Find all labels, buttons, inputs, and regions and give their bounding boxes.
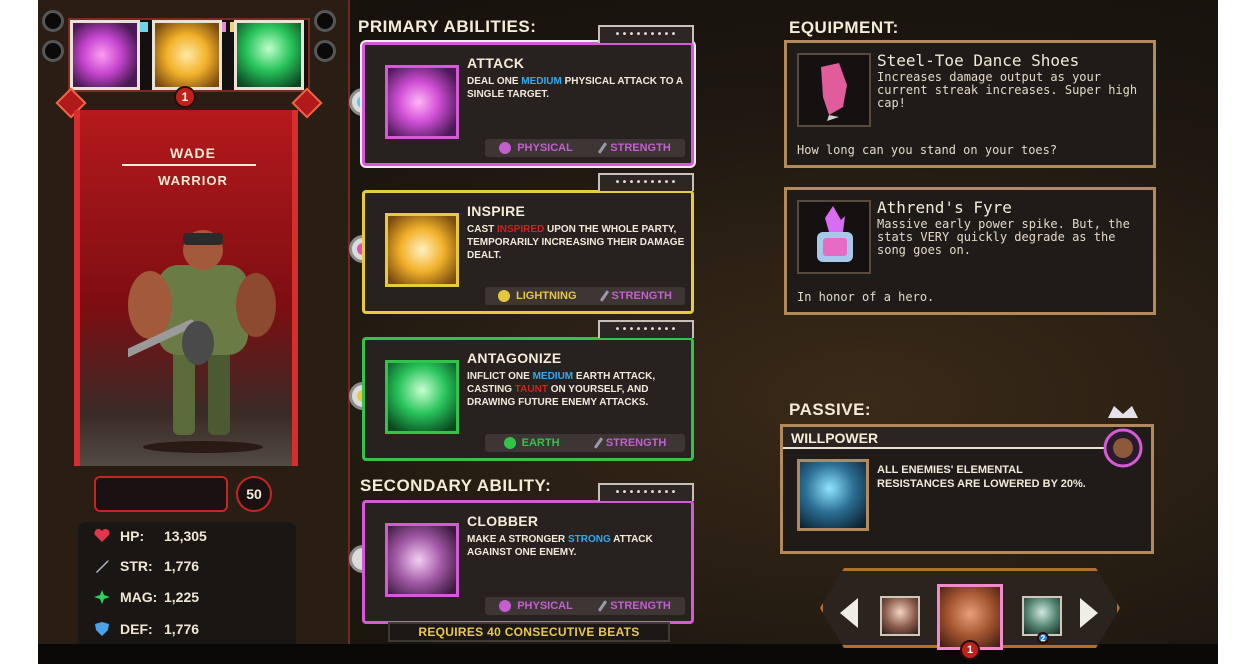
lightning-fist-icon xyxy=(498,290,510,302)
next-arrow-icon[interactable] xyxy=(1078,596,1100,630)
ability-name: CLOBBER xyxy=(467,513,539,529)
stat-str: STR: 1,776 xyxy=(94,558,199,574)
stat-tag: STRENGTH xyxy=(599,290,672,302)
ability-name: INSPIRE xyxy=(467,203,526,219)
selected-count-badge: 1 xyxy=(174,86,196,108)
stat-label: MAG: xyxy=(120,589,158,605)
equipment-description: Increases damage output as your current … xyxy=(877,70,1138,110)
active-member-badge: 1 xyxy=(960,640,980,660)
ability-footer: PHYSICAL STRENGTH xyxy=(485,139,685,157)
sword-icon xyxy=(94,559,112,573)
equipment-title: EQUIPMENT: xyxy=(789,18,899,37)
character-name: WADE xyxy=(170,145,216,161)
taunt-face-icon xyxy=(385,360,459,434)
stat-tag: STRENGTH xyxy=(598,142,671,154)
stat-value: 1,225 xyxy=(164,589,200,605)
ability-card-inspire[interactable]: ••••••••• INSPIRE CAST INSPIRED UPON THE… xyxy=(362,173,694,314)
ability-name: ATTACK xyxy=(467,55,525,71)
stat-label: HP: xyxy=(120,528,145,544)
secondary-ability-title: SECONDARY ABILITY: xyxy=(360,476,552,495)
ability-name: ANTAGONIZE xyxy=(467,350,562,366)
passive-panel: WILLPOWER ALL ENEMIES' ELEMENTAL RESISTA… xyxy=(780,424,1154,554)
equipment-description: Massive early power spike. But, the stat… xyxy=(877,217,1130,257)
stat-value: 1,776 xyxy=(164,558,200,574)
passive-title: PASSIVE: xyxy=(789,400,872,419)
right-member-badge: 2 xyxy=(1037,632,1049,644)
fist-icon xyxy=(499,142,512,154)
ability-description: CAST INSPIRED UPON THE WHOLE PARTY, TEMP… xyxy=(467,224,685,261)
attack-portrait[interactable] xyxy=(70,20,140,90)
equipment-flavor: How long can you stand on your toes? xyxy=(797,143,1058,157)
warrior-figure xyxy=(128,230,276,453)
element-tag: EARTH xyxy=(503,437,560,449)
primary-abilities-title: PRIMARY ABILITIES: xyxy=(358,17,537,36)
stat-mag: MAG: 1,225 xyxy=(94,589,199,605)
ability-description: INFLICT ONE MEDIUM EARTH ATTACK, CASTING… xyxy=(467,371,656,408)
ability-card-attack[interactable]: ••••••••• ATTACK DEAL ONE MEDIUM PHYSICA… xyxy=(362,25,694,166)
ability-footer: LIGHTNING STRENGTH xyxy=(485,287,685,305)
equipment-name: Steel-Toe Dance Shoes xyxy=(877,51,1080,70)
earth-icon xyxy=(503,437,516,449)
stat-hp: HP: 13,305 xyxy=(94,528,207,544)
energy-bar xyxy=(94,476,228,512)
speaker-icon xyxy=(314,10,336,32)
fist-icon xyxy=(499,600,512,612)
ability-description: DEAL ONE MEDIUM PHYSICAL ATTACK TO A SIN… xyxy=(467,76,683,100)
ability-card-antagonize[interactable]: ••••••••• ANTAGONIZE INFLICT ONE MEDIUM … xyxy=(362,320,694,461)
ability-rank-tab: ••••••••• xyxy=(598,173,694,191)
ability-rank-tab: ••••••••• xyxy=(598,483,694,501)
equipment-name: Athrend's Fyre xyxy=(877,198,1012,217)
willpower-icon xyxy=(797,459,869,531)
element-tag: LIGHTNING xyxy=(498,290,577,302)
stat-tag: STRENGTH xyxy=(593,437,666,449)
stat-label: STR: xyxy=(120,558,153,574)
ability-rank-tab: ••••••••• xyxy=(598,320,694,338)
ability-rank-tab: ••••••••• xyxy=(598,25,694,43)
sword-icon xyxy=(593,437,603,449)
stat-value: 1,776 xyxy=(164,621,200,637)
shield-icon xyxy=(94,622,112,636)
equipment-flavor: In honor of a hero. xyxy=(797,290,935,304)
ability-description: MAKE A STRONGER STRONG ATTACK AGAINST ON… xyxy=(467,534,653,558)
energy-value: 50 xyxy=(236,476,272,512)
character-class: WARRIOR xyxy=(158,173,228,188)
mallet-icon xyxy=(385,523,459,597)
ability-footer: PHYSICAL STRENGTH xyxy=(485,597,685,615)
inspire-face-icon xyxy=(385,213,459,287)
stat-def: DEF: 1,776 xyxy=(94,621,199,637)
element-tag: PHYSICAL xyxy=(499,142,573,154)
ability-footer: EARTH STRENGTH xyxy=(485,434,685,452)
speaker-icon xyxy=(42,40,64,62)
heart-icon xyxy=(94,528,112,543)
passive-name: WILLPOWER xyxy=(783,427,1113,449)
party-member-right[interactable] xyxy=(1022,596,1062,636)
sword-icon xyxy=(598,600,608,612)
stat-tag: STRENGTH xyxy=(598,600,671,612)
equipment-slot-fyre[interactable]: Athrend's Fyre Massive early power spike… xyxy=(784,187,1156,315)
stat-value: 13,305 xyxy=(164,528,207,544)
inspire-portrait[interactable] xyxy=(152,20,222,90)
flaming-gauntlet-icon xyxy=(797,200,871,274)
previous-arrow-icon[interactable] xyxy=(838,596,860,630)
hammer-icon xyxy=(385,65,459,139)
sword-icon xyxy=(599,290,609,302)
equipment-slot-shoes[interactable]: Steel-Toe Dance Shoes Increases damage o… xyxy=(784,40,1156,168)
star-burst-icon xyxy=(94,590,112,604)
antagonize-portrait[interactable] xyxy=(234,20,304,90)
name-divider xyxy=(122,164,256,166)
passive-description: ALL ENEMIES' ELEMENTAL RESISTANCES ARE L… xyxy=(877,464,1086,490)
character-panel: 1 WADE WARRIOR 50 HP: 13,305 STR: 1,776 … xyxy=(38,0,350,644)
secondary-requirement: REQUIRES 40 CONSECUTIVE BEATS xyxy=(388,622,670,642)
element-tag: PHYSICAL xyxy=(499,600,573,612)
stat-label: DEF: xyxy=(120,621,153,637)
stats-panel: HP: 13,305 STR: 1,776 MAG: 1,225 DEF: 1,… xyxy=(78,522,296,644)
crown-crest-icon xyxy=(1103,406,1143,468)
speaker-icon xyxy=(42,10,64,32)
ability-card-clobber[interactable]: ••••••••• CLOBBER MAKE A STRONGER STRONG… xyxy=(362,483,694,624)
party-member-left[interactable] xyxy=(880,596,920,636)
sword-icon xyxy=(598,142,608,154)
dance-shoe-icon xyxy=(797,53,871,127)
speaker-icon xyxy=(314,40,336,62)
